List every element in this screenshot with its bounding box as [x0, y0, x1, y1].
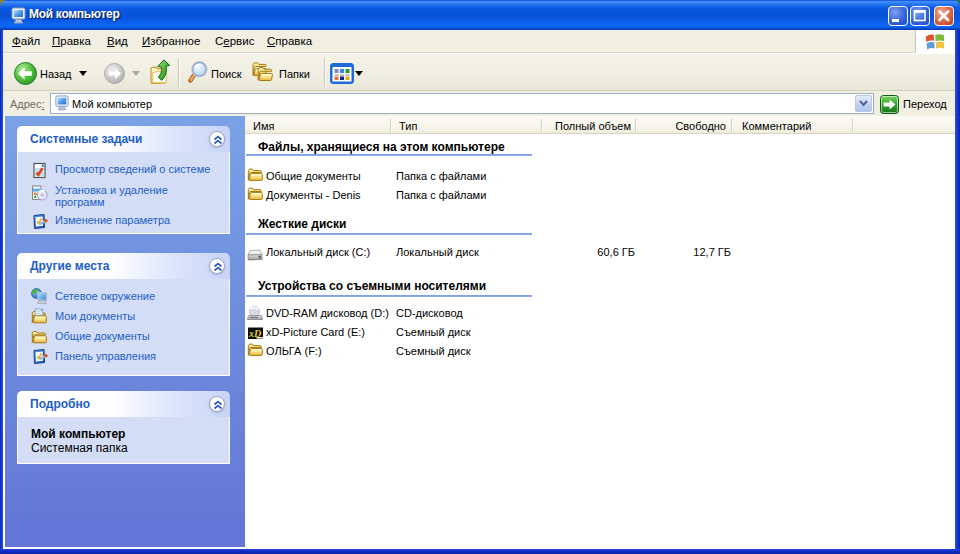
svg-text:xD: xD: [248, 328, 261, 339]
